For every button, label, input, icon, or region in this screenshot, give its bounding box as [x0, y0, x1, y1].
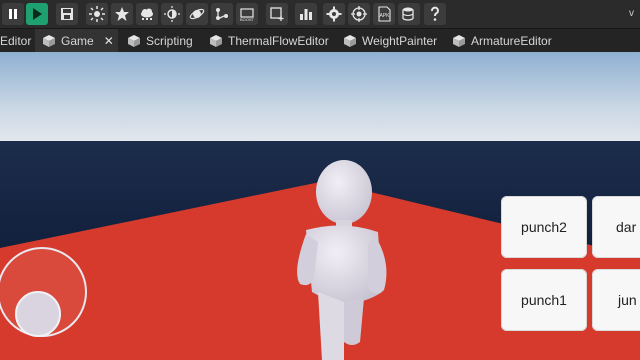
help-icon[interactable] — [424, 3, 446, 25]
tab-game[interactable]: Game ✕ — [35, 29, 118, 53]
game-viewport[interactable]: punch2 dar punch1 jun — [0, 52, 640, 360]
tab-label: Game — [61, 34, 94, 48]
light-icon[interactable] — [86, 3, 108, 25]
tab-editor[interactable]: Editor — [0, 29, 34, 53]
button-label: punch1 — [521, 292, 567, 308]
button-label: punch2 — [521, 219, 567, 235]
cube-icon — [43, 35, 55, 47]
cube-icon — [210, 35, 222, 47]
tab-label: Editor — [0, 34, 32, 48]
dash-button[interactable]: dar — [592, 196, 640, 258]
close-icon[interactable]: ✕ — [104, 34, 114, 48]
tab-label: WeightPainter — [362, 34, 438, 48]
punch2-button[interactable]: punch2 — [501, 196, 587, 258]
tab-label: Scripting — [146, 34, 193, 48]
graph-icon[interactable] — [211, 3, 233, 25]
sun-icon[interactable] — [161, 3, 183, 25]
cube-icon — [453, 35, 465, 47]
apk-label: APK — [379, 13, 390, 19]
tab-label: ArmatureEditor — [471, 34, 552, 48]
gear-icon[interactable] — [323, 3, 345, 25]
boost-label: BOOST — [240, 17, 255, 22]
cube-icon — [344, 35, 356, 47]
tab-scripting[interactable]: Scripting — [128, 29, 193, 53]
main-toolbar: BOOST APK v — [0, 0, 640, 28]
jump-button[interactable]: jun — [592, 269, 640, 331]
pause-icon[interactable] — [2, 3, 24, 25]
punch1-button[interactable]: punch1 — [501, 269, 587, 331]
button-label: jun — [618, 292, 637, 308]
cube-icon — [128, 35, 140, 47]
tab-armatureeditor[interactable]: ArmatureEditor — [453, 29, 552, 53]
button-label: dar — [616, 219, 637, 235]
target-icon[interactable] — [348, 3, 370, 25]
play-icon[interactable] — [26, 3, 48, 25]
apk-icon[interactable]: APK — [373, 3, 395, 25]
add-frame-icon[interactable] — [266, 3, 288, 25]
orbit-icon[interactable] — [186, 3, 208, 25]
database-icon[interactable] — [398, 3, 420, 25]
cloud-icon[interactable] — [136, 3, 158, 25]
virtual-joystick[interactable] — [0, 247, 87, 337]
chart-icon[interactable] — [295, 3, 317, 25]
tab-label: ThermalFlowEditor — [228, 34, 329, 48]
tab-weightpainter[interactable]: WeightPainter — [344, 29, 437, 53]
editor-tab-bar: Editor Game ✕ Scripting ThermalFlowEdito… — [0, 28, 640, 53]
overflow-menu-indicator[interactable]: v — [629, 8, 634, 19]
boost-icon[interactable]: BOOST — [236, 3, 258, 25]
star-icon[interactable] — [111, 3, 133, 25]
save-icon[interactable] — [56, 3, 78, 25]
sky — [0, 52, 640, 142]
tab-thermalfloweditor[interactable]: ThermalFlowEditor — [210, 29, 329, 53]
joystick-knob[interactable] — [15, 291, 61, 337]
